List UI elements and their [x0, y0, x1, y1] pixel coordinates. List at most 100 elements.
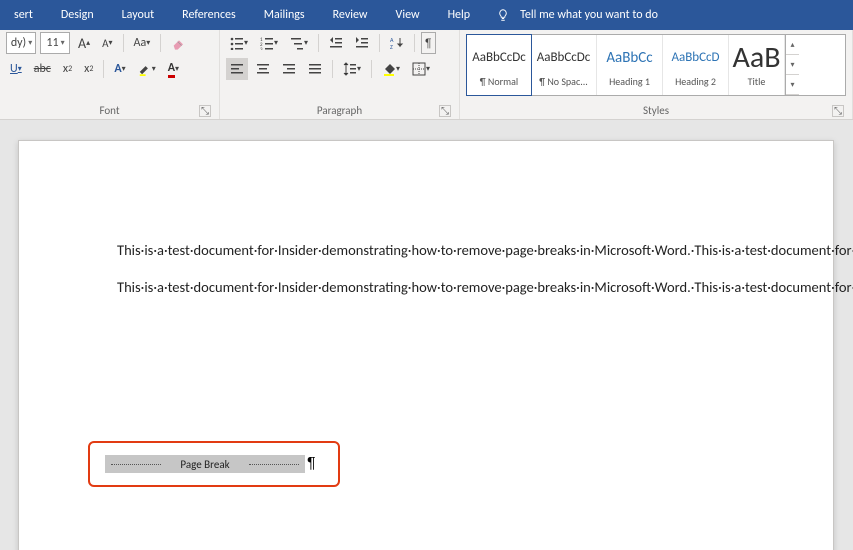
- justify-icon: [308, 62, 322, 76]
- separator: [160, 34, 161, 52]
- paint-bucket-icon: [382, 62, 396, 76]
- shrink-font-button[interactable]: A▾: [98, 32, 116, 54]
- gallery-scroll-down[interactable]: ▾: [786, 55, 799, 75]
- style-sample: AaB: [726, 43, 788, 73]
- line-spacing-button[interactable]: ▾: [339, 58, 365, 80]
- borders-icon: [412, 62, 426, 76]
- grow-font-button[interactable]: A▴: [74, 32, 94, 54]
- style-name-label: Heading 1: [597, 75, 662, 88]
- document-body[interactable]: This·is·a·test·document·for·Insider·demo…: [19, 141, 833, 297]
- separator: [371, 60, 372, 78]
- pilcrow-icon: ¶: [307, 455, 316, 473]
- paragraph-dialog-launcher[interactable]: ⤡: [439, 105, 451, 117]
- styles-dialog-launcher[interactable]: ⤡: [832, 105, 844, 117]
- highlighter-icon: [138, 62, 152, 76]
- svg-text:Z: Z: [390, 43, 393, 50]
- tab-help[interactable]: Help: [434, 8, 485, 22]
- show-marks-button[interactable]: ¶: [421, 32, 435, 54]
- font-group: dy)▾ 11▾ A▴ A▾ Aa ▾ U ▾ abc x2 x2 A ▾ ▾: [0, 30, 220, 119]
- lightbulb-icon: [496, 8, 510, 22]
- tab-review[interactable]: Review: [319, 8, 382, 22]
- style-sample: AaBbCcDc: [537, 43, 591, 73]
- style-sample: AaBbCc: [606, 43, 652, 73]
- style-title[interactable]: AaB Title: [729, 35, 785, 95]
- font-group-label: Font⤡: [6, 104, 213, 119]
- font-size-combo[interactable]: 11▾: [40, 32, 70, 54]
- chevron-down-icon: ▾: [28, 40, 32, 46]
- tab-view[interactable]: View: [382, 8, 434, 22]
- multilevel-list-button[interactable]: ▾: [286, 32, 312, 54]
- tell-me-search[interactable]: Tell me what you want to do: [496, 8, 658, 22]
- font-dialog-launcher[interactable]: ⤡: [199, 105, 211, 117]
- change-case-button[interactable]: Aa ▾: [130, 32, 155, 54]
- style-sample: AaBbCcD: [671, 43, 719, 73]
- bullets-button[interactable]: ▾: [226, 32, 252, 54]
- tab-layout[interactable]: Layout: [108, 8, 169, 22]
- increase-indent-button[interactable]: [351, 32, 373, 54]
- eraser-icon: [171, 35, 187, 51]
- document-page[interactable]: This·is·a·test·document·for·Insider·demo…: [18, 140, 834, 550]
- align-right-icon: [282, 62, 296, 76]
- style-sample: AaBbCcDc: [472, 43, 526, 73]
- font-color-button[interactable]: A ▾: [164, 58, 183, 80]
- align-left-icon: [230, 62, 244, 76]
- ribbon: dy)▾ 11▾ A▴ A▾ Aa ▾ U ▾ abc x2 x2 A ▾ ▾: [0, 30, 853, 120]
- superscript-button[interactable]: x2: [80, 58, 97, 80]
- svg-text:3: 3: [260, 47, 263, 50]
- decrease-indent-button[interactable]: [325, 32, 347, 54]
- style-normal[interactable]: AaBbCcDc ¶ Normal: [466, 34, 532, 96]
- align-right-button[interactable]: [278, 58, 300, 80]
- font-name-combo[interactable]: dy)▾: [6, 32, 36, 54]
- style-name-label: ¶ No Spac...: [531, 75, 596, 88]
- align-left-button[interactable]: [226, 58, 248, 80]
- tab-mailings[interactable]: Mailings: [250, 8, 319, 22]
- style-no-spacing[interactable]: AaBbCcDc ¶ No Spac...: [531, 35, 597, 95]
- underline-button[interactable]: U ▾: [6, 58, 26, 80]
- text-effects-button[interactable]: A ▾: [110, 58, 129, 80]
- style-name-label: ¶ Normal: [467, 75, 531, 88]
- page-break-highlight: Page Break ¶: [88, 441, 340, 487]
- tab-references[interactable]: References: [168, 8, 250, 22]
- separator: [123, 34, 124, 52]
- strikethrough-button[interactable]: abc: [30, 58, 55, 80]
- separator: [379, 34, 380, 52]
- chevron-down-icon: ▾: [61, 40, 65, 46]
- gallery-scroll: ▴ ▾ ▾: [785, 35, 799, 95]
- page-break-marker[interactable]: Page Break: [105, 455, 305, 473]
- multilevel-icon: [290, 36, 304, 50]
- styles-group: AaBbCcDc ¶ Normal AaBbCcDc ¶ No Spac... …: [460, 30, 853, 119]
- paragraph-2[interactable]: This·is·a·test·document·for·Insider·demo…: [117, 278, 743, 297]
- tab-design[interactable]: Design: [47, 8, 108, 22]
- styles-group-label: Styles⤡: [466, 104, 846, 119]
- ribbon-tabs: sert Design Layout References Mailings R…: [0, 0, 853, 30]
- document-workarea: This·is·a·test·document·for·Insider·demo…: [0, 120, 853, 550]
- separator: [414, 34, 415, 52]
- separator: [332, 60, 333, 78]
- style-heading-2[interactable]: AaBbCcD Heading 2: [663, 35, 729, 95]
- borders-button[interactable]: ▾: [408, 58, 434, 80]
- gallery-scroll-up[interactable]: ▴: [786, 35, 799, 55]
- sort-icon: AZ: [390, 36, 404, 50]
- tell-me-label: Tell me what you want to do: [520, 8, 658, 22]
- clear-formatting-button[interactable]: [167, 32, 191, 54]
- style-heading-1[interactable]: AaBbCc Heading 1: [597, 35, 663, 95]
- numbering-icon: 123: [260, 36, 274, 50]
- justify-button[interactable]: [304, 58, 326, 80]
- bullets-icon: [230, 36, 244, 50]
- sort-button[interactable]: AZ: [386, 32, 408, 54]
- align-center-button[interactable]: [252, 58, 274, 80]
- line-spacing-icon: [343, 62, 357, 76]
- page-break-label: Page Break: [180, 458, 229, 471]
- style-name-label: Title: [729, 75, 784, 88]
- tab-insert[interactable]: sert: [0, 8, 47, 22]
- numbering-button[interactable]: 123▾: [256, 32, 282, 54]
- shading-button[interactable]: ▾: [378, 58, 404, 80]
- paragraph-group: ▾ 123▾ ▾ AZ ¶ ▾ ▾ ▾: [220, 30, 460, 119]
- outdent-icon: [329, 36, 343, 50]
- subscript-button[interactable]: x2: [59, 58, 76, 80]
- indent-icon: [355, 36, 369, 50]
- gallery-expand[interactable]: ▾: [786, 75, 799, 95]
- align-center-icon: [256, 62, 270, 76]
- highlight-button[interactable]: ▾: [134, 58, 160, 80]
- paragraph-1[interactable]: This·is·a·test·document·for·Insider·demo…: [117, 241, 743, 260]
